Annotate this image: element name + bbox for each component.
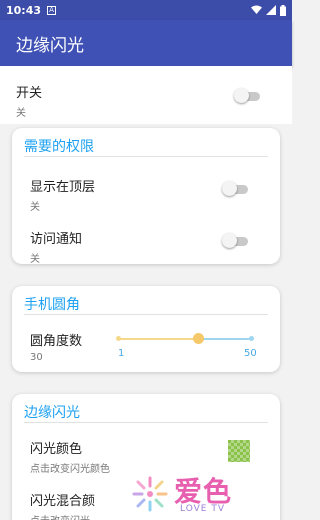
- master-switch-summary: 关: [16, 108, 26, 119]
- notification-access-title: 访问通知: [30, 232, 83, 247]
- notification-access-toggle[interactable]: [222, 231, 250, 251]
- corner-radius-title: 圆角度数: [30, 334, 83, 349]
- status-bar: 10:43 A: [0, 0, 292, 20]
- overlay-permission-toggle[interactable]: [222, 179, 250, 199]
- switch-thumb: [222, 233, 237, 248]
- divider: [24, 314, 268, 315]
- flash-color-title: 闪光颜色: [30, 442, 83, 457]
- watermark-subtext: LOVE TV: [180, 504, 225, 514]
- flash-mix-color-title: 闪光混合颜: [30, 494, 96, 509]
- status-time: 10:43: [6, 3, 42, 17]
- flash-mix-color-row[interactable]: 闪光混合颜 点击改变闪光: [30, 490, 95, 520]
- battery-icon: [280, 4, 286, 16]
- wifi-icon: [251, 5, 262, 14]
- slider-min-dot: [116, 336, 121, 341]
- overlay-permission-row[interactable]: 显示在顶层 关: [30, 176, 95, 213]
- slider-max-label: 50: [244, 348, 257, 359]
- signal-icon: [266, 5, 276, 15]
- corner-card-title: 手机圆角: [24, 297, 80, 313]
- notification-access-row[interactable]: 访问通知 关: [30, 228, 82, 265]
- master-switch-title: 开关: [16, 86, 43, 101]
- corner-radius-value: 30: [30, 352, 43, 363]
- slider-max-dot: [249, 336, 254, 341]
- divider: [24, 156, 268, 157]
- app-bar: 边缘闪光: [0, 20, 292, 66]
- corner-radius-row: 圆角度数 30: [30, 330, 82, 363]
- slider-min-label: 1: [118, 348, 125, 359]
- flash-mix-color-summary: 点击改变闪光: [30, 512, 95, 520]
- corner-card: 手机圆角 圆角度数 30 1 50: [12, 286, 280, 372]
- flash-card-title: 边缘闪光: [24, 405, 80, 421]
- master-switch-toggle[interactable]: [234, 86, 262, 106]
- notification-icon: A: [47, 5, 57, 15]
- overlay-permission-title: 显示在顶层: [30, 180, 96, 195]
- flash-color-row[interactable]: 闪光颜色 点击改变闪光颜色: [30, 438, 110, 475]
- switch-thumb: [234, 88, 249, 103]
- watermark-logo: 爱色 LOVE TV: [130, 470, 250, 516]
- slider-thumb[interactable]: [193, 333, 204, 344]
- flower-logo-icon: [132, 476, 168, 512]
- permissions-card: 需要的权限 显示在顶层 关 访问通知 关: [12, 128, 280, 265]
- flash-color-summary: 点击改变闪光颜色: [30, 464, 110, 475]
- permissions-card-title: 需要的权限: [24, 139, 94, 155]
- app-bar-title: 边缘闪光: [16, 35, 84, 56]
- overlay-permission-summary: 关: [30, 202, 40, 213]
- slider-active-track: [118, 338, 198, 340]
- master-switch-row[interactable]: 开关 关: [0, 66, 292, 124]
- divider: [24, 422, 268, 423]
- slider-inactive-track: [198, 338, 252, 340]
- switch-thumb: [222, 181, 237, 196]
- notification-access-summary: 关: [30, 254, 40, 265]
- corner-radius-slider[interactable]: [116, 332, 254, 346]
- flash-color-swatch[interactable]: [228, 440, 250, 462]
